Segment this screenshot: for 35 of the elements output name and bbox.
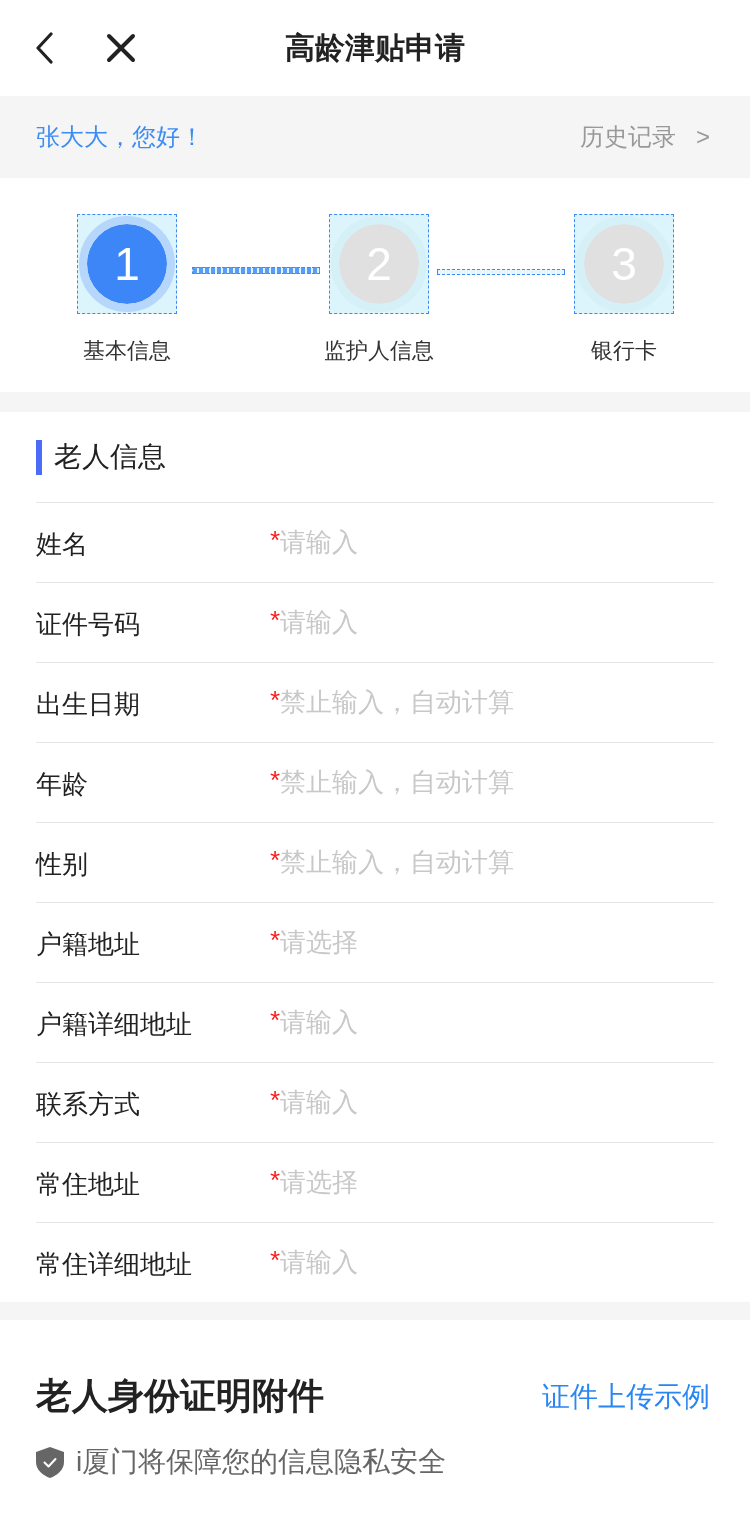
step-label: 银行卡 [591, 337, 657, 365]
required-mark: * [270, 605, 281, 636]
section-title: 老人信息 [54, 440, 166, 474]
section-accent-bar [36, 439, 42, 475]
field-label: 年龄 [36, 768, 89, 801]
field-label: 联系方式 [36, 1088, 141, 1121]
upload-example-link[interactable]: 证件上传示例 [542, 1377, 710, 1416]
history-link[interactable]: 历史记录 > [580, 121, 710, 153]
field-label: 证件号码 [36, 608, 141, 641]
required-mark: * [270, 685, 281, 716]
shield-check-icon [36, 1446, 64, 1478]
required-mark: * [270, 765, 281, 796]
required-mark: * [270, 1165, 281, 1196]
back-icon[interactable] [35, 32, 53, 64]
required-mark: * [270, 925, 281, 956]
field-label: 姓名 [36, 528, 89, 561]
required-mark: * [270, 1085, 281, 1116]
field-label: 出生日期 [36, 688, 141, 721]
field-label: 常住详细地址 [36, 1248, 193, 1281]
page-title: 高龄津贴申请 [285, 29, 465, 66]
required-mark: * [270, 525, 281, 556]
step-label: 监护人信息 [324, 337, 434, 365]
required-mark: * [270, 1245, 281, 1276]
attachment-title: 老人身份证明附件 [36, 1374, 324, 1418]
greeting-text: 张大大，您好！ [36, 122, 204, 152]
required-mark: * [270, 845, 281, 876]
field-label: 户籍地址 [36, 928, 141, 961]
privacy-notice: i厦门将保障您的信息隐私安全 [76, 1445, 447, 1479]
step-circle: 1 [79, 216, 175, 312]
field-label: 户籍详细地址 [36, 1008, 193, 1041]
close-icon[interactable] [106, 33, 136, 63]
field-label: 性别 [36, 848, 89, 881]
required-mark: * [270, 1005, 281, 1036]
field-label: 常住地址 [36, 1168, 141, 1201]
step-label: 基本信息 [83, 337, 171, 365]
